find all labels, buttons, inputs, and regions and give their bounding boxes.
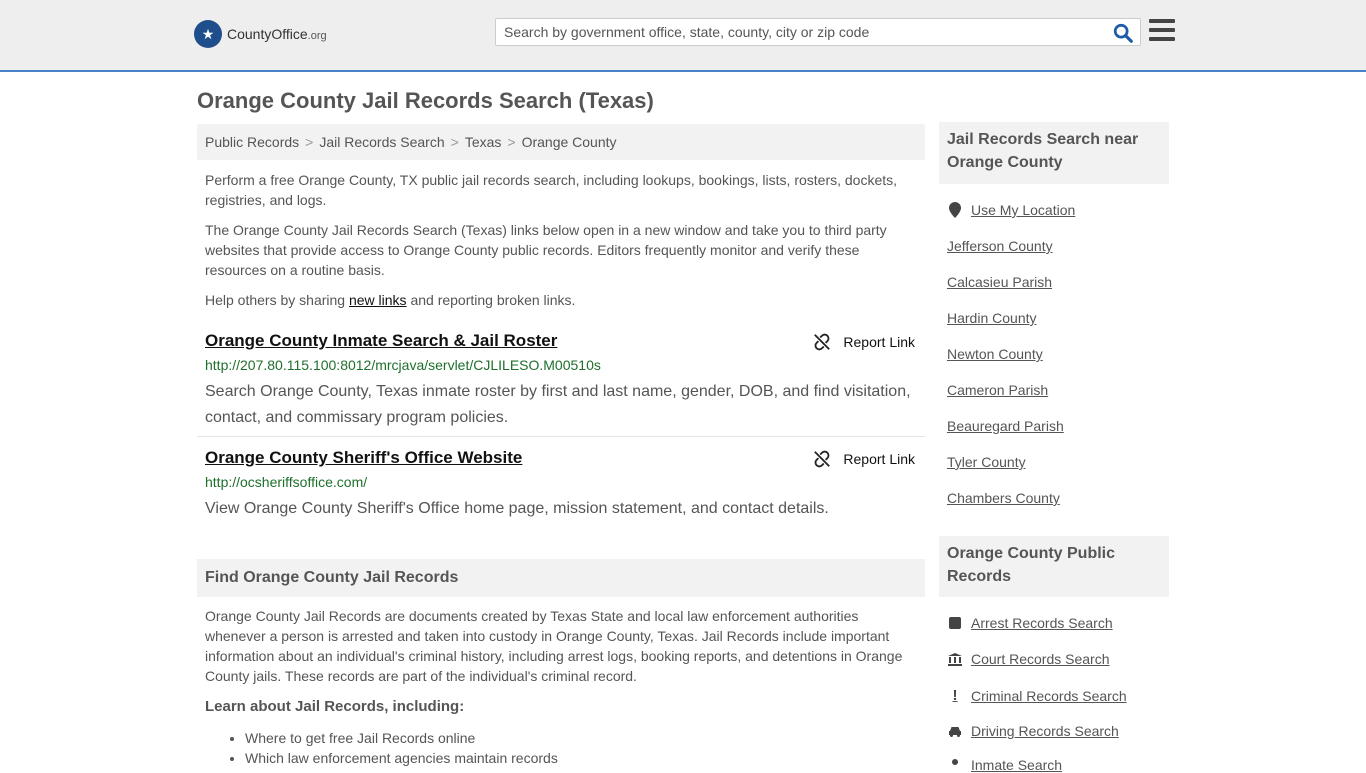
result-title-link[interactable]: Orange County Inmate Search & Jail Roste… <box>205 331 557 351</box>
breadcrumb-jail-records-search[interactable]: Jail Records Search <box>319 134 444 150</box>
sidebar-near-heading: Jail Records Search near Orange County <box>939 122 1169 184</box>
car-icon <box>947 726 963 737</box>
sidebar-link-cameron-parish[interactable]: Cameron Parish <box>947 382 1048 398</box>
broken-link-icon <box>814 450 831 468</box>
person-icon <box>947 759 963 771</box>
chevron-right-icon: > <box>305 134 314 150</box>
hamburger-menu-icon[interactable] <box>1149 19 1175 43</box>
list-item: Where to get free Jail Records online <box>245 728 558 748</box>
sidebar-link-hardin-county[interactable]: Hardin County <box>947 310 1037 326</box>
learn-list: Where to get free Jail Records online Wh… <box>245 728 558 768</box>
sidebar-link-arrest-records[interactable]: Arrest Records Search <box>947 615 1113 631</box>
intro-paragraph-3: Help others by sharing new links and rep… <box>205 292 576 308</box>
page-title: Orange County Jail Records Search (Texas… <box>197 88 654 113</box>
breadcrumb: Public Records > Jail Records Search > Texas… <box>197 124 925 160</box>
divider <box>197 436 925 437</box>
result-description: Search Orange County, Texas inmate roste… <box>205 383 911 426</box>
result-url: http://ocsheriffsoffice.com/ <box>205 474 368 490</box>
exclamation-icon: ! <box>952 687 958 704</box>
find-section-body: Orange County Jail Records are documents… <box>205 608 903 684</box>
breadcrumb-public-records[interactable]: Public Records <box>205 134 299 150</box>
use-my-location-link[interactable]: Use My Location <box>947 202 1075 218</box>
sidebar-link-newton-county[interactable]: Newton County <box>947 346 1043 362</box>
sidebar-link-tyler-county[interactable]: Tyler County <box>947 454 1026 470</box>
sidebar-link-driving-records[interactable]: Driving Records Search <box>947 723 1119 739</box>
logo-text: CountyOffice.org <box>227 26 327 42</box>
top-bar: ★ CountyOffice.org <box>0 0 1366 72</box>
result-title-link[interactable]: Orange County Sheriff's Office Website <box>205 448 522 468</box>
learn-heading: Learn about Jail Records, including: <box>205 698 465 715</box>
chevron-right-icon: > <box>450 134 459 150</box>
sidebar-link-criminal-records[interactable]: ! Criminal Records Search <box>947 687 1127 704</box>
report-link-button[interactable]: Report Link <box>813 450 915 468</box>
new-links-link[interactable]: new links <box>349 292 407 308</box>
result-url: http://207.80.115.100:8012/mrcjava/servl… <box>205 357 601 373</box>
list-item: Which law enforcement agencies maintain … <box>245 748 558 768</box>
result-description: View Orange County Sheriff's Office home… <box>205 500 829 517</box>
eagle-icon: ★ <box>194 20 222 48</box>
breadcrumb-texas[interactable]: Texas <box>465 134 502 150</box>
map-pin-icon <box>947 202 963 218</box>
sidebar-link-court-records[interactable]: Court Records Search <box>947 651 1110 667</box>
sidebar-link-jefferson-county[interactable]: Jefferson County <box>947 238 1053 254</box>
sidebar-link-chambers-county[interactable]: Chambers County <box>947 490 1060 506</box>
site-logo[interactable]: ★ CountyOffice.org <box>194 20 327 48</box>
intro-paragraph-2: The Orange County Jail Records Search (T… <box>205 222 887 278</box>
search-icon[interactable] <box>1112 22 1134 44</box>
square-icon <box>947 617 963 629</box>
sidebar-link-inmate-search[interactable]: Inmate Search <box>947 757 1062 773</box>
broken-link-icon <box>814 333 831 351</box>
sidebar-link-beauregard-parish[interactable]: Beauregard Parish <box>947 418 1064 434</box>
search-input[interactable] <box>496 19 1096 45</box>
breadcrumb-orange-county[interactable]: Orange County <box>522 134 617 150</box>
sidebar-link-calcasieu-parish[interactable]: Calcasieu Parish <box>947 274 1052 290</box>
find-section-heading: Find Orange County Jail Records <box>197 559 925 597</box>
report-link-button[interactable]: Report Link <box>813 333 915 351</box>
search-box <box>495 18 1141 46</box>
courthouse-icon <box>947 652 963 666</box>
sidebar-public-heading: Orange County Public Records <box>939 536 1169 597</box>
intro-paragraph-1: Perform a free Orange County, TX public … <box>205 172 898 208</box>
chevron-right-icon: > <box>507 134 516 150</box>
